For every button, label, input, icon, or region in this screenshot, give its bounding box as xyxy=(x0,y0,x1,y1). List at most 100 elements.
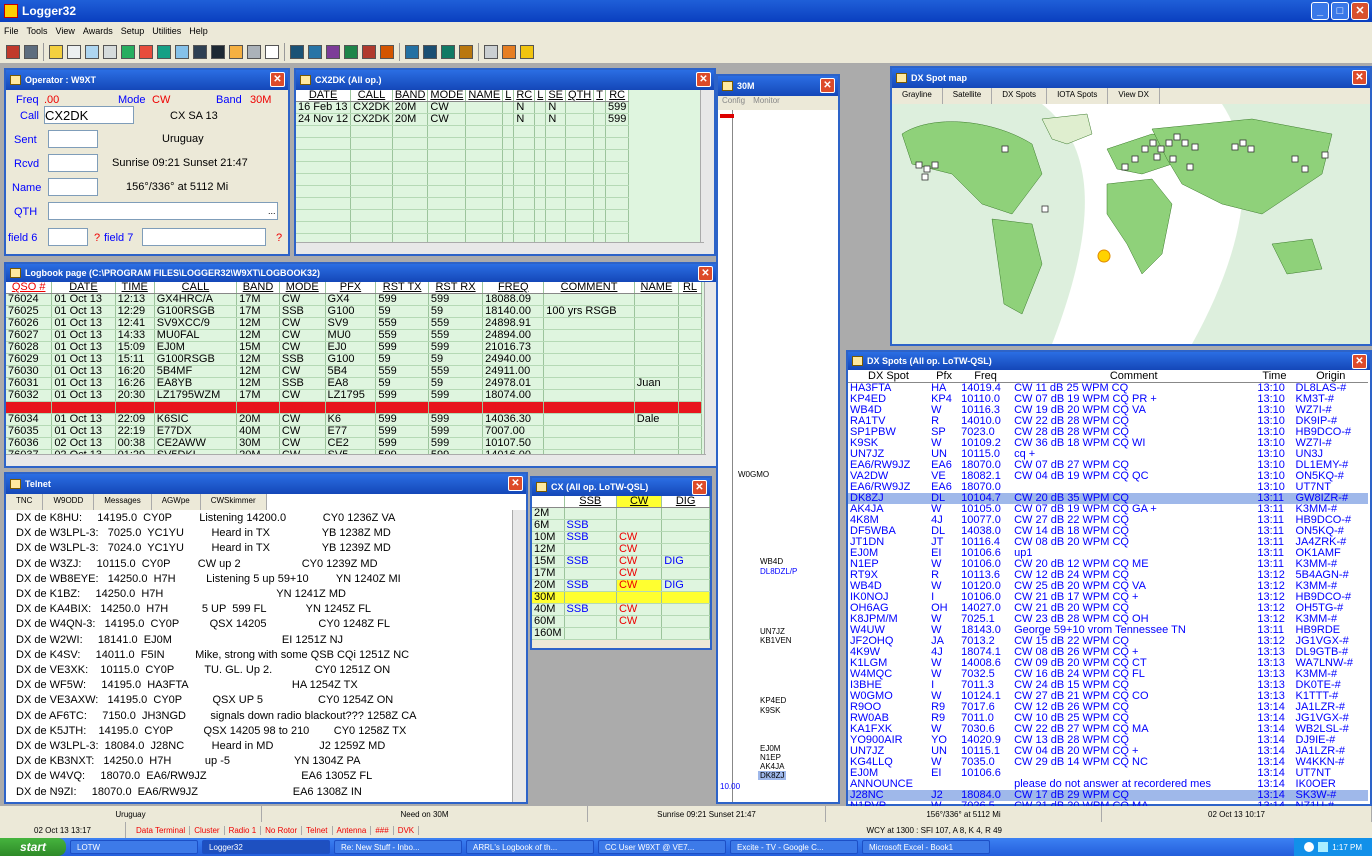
print-icon[interactable] xyxy=(24,44,38,59)
task-browser[interactable]: Excite - TV - Google C... xyxy=(730,840,858,854)
col-rc[interactable]: RC xyxy=(513,90,536,102)
bandmap-monitor-menu[interactable]: Monitor xyxy=(753,96,780,110)
tab-agwpe[interactable]: AGWpe xyxy=(151,494,201,510)
bandmap-spot[interactable]: DK8ZJ xyxy=(758,771,787,780)
logbook-icon[interactable] xyxy=(6,44,20,59)
volume-icon[interactable] xyxy=(1304,842,1315,852)
col-pfx[interactable]: Pfx xyxy=(929,370,960,383)
col-band[interactable]: BAND xyxy=(236,282,280,294)
bandmap-spot[interactable]: W0GMO xyxy=(738,470,769,479)
telnet-icon[interactable] xyxy=(405,44,419,59)
menu-setup[interactable]: Setup xyxy=(121,26,145,36)
logbook-hscrollbar[interactable] xyxy=(6,454,706,466)
dxspot-row[interactable]: KG4LLQ W 7035.0 CW 29 dB 14 WPM CQ NC 13:14 W… xyxy=(848,757,1368,768)
logbook-row[interactable]: 76029 01 Oct 13 15:11 G100RSGB 12M SSB G100 59 5… xyxy=(6,353,702,366)
col-freq[interactable]: FREQ xyxy=(482,282,545,294)
field6-input[interactable] xyxy=(48,228,88,246)
network-icon[interactable] xyxy=(1318,842,1329,852)
rcvd-input[interactable] xyxy=(48,154,98,172)
col-rst-tx[interactable]: RST TX xyxy=(375,282,429,294)
window-icon[interactable] xyxy=(247,44,261,59)
tab-dx-spots[interactable]: DX Spots xyxy=(992,88,1048,104)
bandmap-spot[interactable]: AK4JA xyxy=(760,762,784,771)
bandmap-spot[interactable]: WB4D xyxy=(760,557,783,566)
bandmap-config-menu[interactable]: Config xyxy=(722,96,745,110)
telnet-output[interactable]: DX de K8HU: 14195.0 CY0P Listening 14200… xyxy=(6,510,526,802)
task-excel[interactable]: Microsoft Excel - Book1 xyxy=(862,840,990,854)
bandmap-icon[interactable] xyxy=(229,44,243,59)
bandmap-close-button[interactable]: ✕ xyxy=(820,78,835,93)
grid-icon[interactable] xyxy=(85,44,99,59)
col-rl[interactable]: RL xyxy=(678,282,702,294)
bandmap-spot[interactable]: KB1VEN xyxy=(760,636,792,645)
meter-icon[interactable] xyxy=(211,44,225,59)
table-icon[interactable] xyxy=(175,44,189,59)
logbook-row[interactable]: 76026 01 Oct 13 12:41 SV9XCC/9 12M CW SV9 559 55… xyxy=(6,317,702,330)
gear-icon[interactable] xyxy=(380,44,394,59)
start-button[interactable]: start xyxy=(0,838,66,856)
bandmap-spot[interactable]: K9SK xyxy=(760,706,780,715)
history-close-button[interactable]: ✕ xyxy=(696,72,711,87)
col-call[interactable]: CALL xyxy=(350,90,393,102)
menu-awards[interactable]: Awards xyxy=(83,26,113,36)
status-item[interactable]: Telnet xyxy=(302,825,333,835)
bandmap-spot[interactable]: EJ0M xyxy=(760,744,780,753)
logbook-row[interactable]: 76032 01 Oct 13 20:30 LZ1795WZM 17M CW LZ1795 5… xyxy=(6,389,702,402)
telnet-scrollbar[interactable] xyxy=(512,510,526,802)
field7-help[interactable]: ? xyxy=(276,232,282,244)
status-item[interactable]: ### xyxy=(371,825,394,835)
globe-icon[interactable] xyxy=(121,44,135,59)
bandmap-spot[interactable]: N1EP xyxy=(760,753,781,762)
col-date[interactable]: DATE xyxy=(51,282,116,294)
call-input[interactable] xyxy=(44,106,134,124)
col-rc2[interactable]: RC xyxy=(605,90,630,102)
col-pfx[interactable]: PFX xyxy=(325,282,377,294)
col-time[interactable]: TIME xyxy=(115,282,155,294)
col-se[interactable]: SE xyxy=(545,90,567,102)
logbook-row[interactable]: 76031 01 Oct 13 16:26 EA8YB 12M SSB EA8 59 59 249… xyxy=(6,377,702,390)
award-icon[interactable] xyxy=(362,44,376,59)
col-band[interactable]: BAND xyxy=(392,90,429,102)
col-t[interactable]: T xyxy=(593,90,606,102)
tab-grayline[interactable]: Grayline xyxy=(892,88,943,104)
text-icon[interactable] xyxy=(265,44,279,59)
status-item[interactable]: DVK xyxy=(394,825,420,835)
radio-icon[interactable] xyxy=(193,44,207,59)
col-l[interactable]: L xyxy=(502,90,515,102)
col-freq[interactable]: Freq xyxy=(959,370,1013,383)
close-button[interactable]: ✕ xyxy=(1351,2,1369,20)
menu-help[interactable]: Help xyxy=(189,26,208,36)
map-icon[interactable] xyxy=(344,44,358,59)
logbook-scrollbar[interactable] xyxy=(704,282,716,466)
logbook-row[interactable]: 76028 01 Oct 13 15:09 EJ0M 15M CW EJ0 599 599 210… xyxy=(6,341,702,354)
task-email[interactable]: Re: New Stuff - Inbo... xyxy=(334,840,462,854)
col-dx-spot[interactable]: DX Spot xyxy=(848,370,930,383)
col-name[interactable]: NAME xyxy=(634,282,680,294)
tab-iota-spots[interactable]: IOTA Spots xyxy=(1047,88,1109,104)
col-qso[interactable]: QSO # xyxy=(6,282,53,294)
logbook-row[interactable]: 76033 01 Oct 13 20:33 HI3C 20M SSB HI3 59 59 1419… xyxy=(6,401,702,414)
status-item[interactable]: No Rotor xyxy=(261,825,303,835)
dxspot-row[interactable]: VA2DW VE 18082.1 CW 04 dB 19 WPM CQ QC 13:10… xyxy=(848,471,1368,482)
sun-icon[interactable] xyxy=(459,44,473,59)
col-call[interactable]: CALL xyxy=(154,282,238,294)
dxspots-close-button[interactable]: ✕ xyxy=(1352,354,1367,369)
tab-messages[interactable]: Messages xyxy=(94,494,152,510)
col-time[interactable]: Time xyxy=(1255,370,1294,383)
dxspot-row[interactable]: K9SK W 10109.2 CW 36 dB 18 WPM CQ WI 13:10 WZ… xyxy=(848,438,1368,449)
field7-input[interactable] xyxy=(142,228,266,246)
spotmap-close-button[interactable]: ✕ xyxy=(1352,70,1367,85)
status-item[interactable]: Data Terminal xyxy=(132,825,191,835)
maximize-button[interactable]: □ xyxy=(1331,2,1349,20)
col-comment[interactable]: Comment xyxy=(1012,370,1256,383)
bandmap-spot[interactable]: DL8DZL/P xyxy=(760,567,797,576)
spots-icon[interactable] xyxy=(308,44,322,59)
col-mode[interactable]: MODE xyxy=(427,90,467,102)
tab-view-dx[interactable]: View DX xyxy=(1108,88,1160,104)
status-item[interactable]: Antenna xyxy=(333,825,372,835)
col-rst-rx[interactable]: RST RX xyxy=(428,282,484,294)
task-lotw[interactable]: LOTW xyxy=(70,840,198,854)
minimize-button[interactable]: _ xyxy=(1311,2,1329,20)
world-map[interactable] xyxy=(892,104,1370,344)
document-icon[interactable] xyxy=(67,44,81,59)
